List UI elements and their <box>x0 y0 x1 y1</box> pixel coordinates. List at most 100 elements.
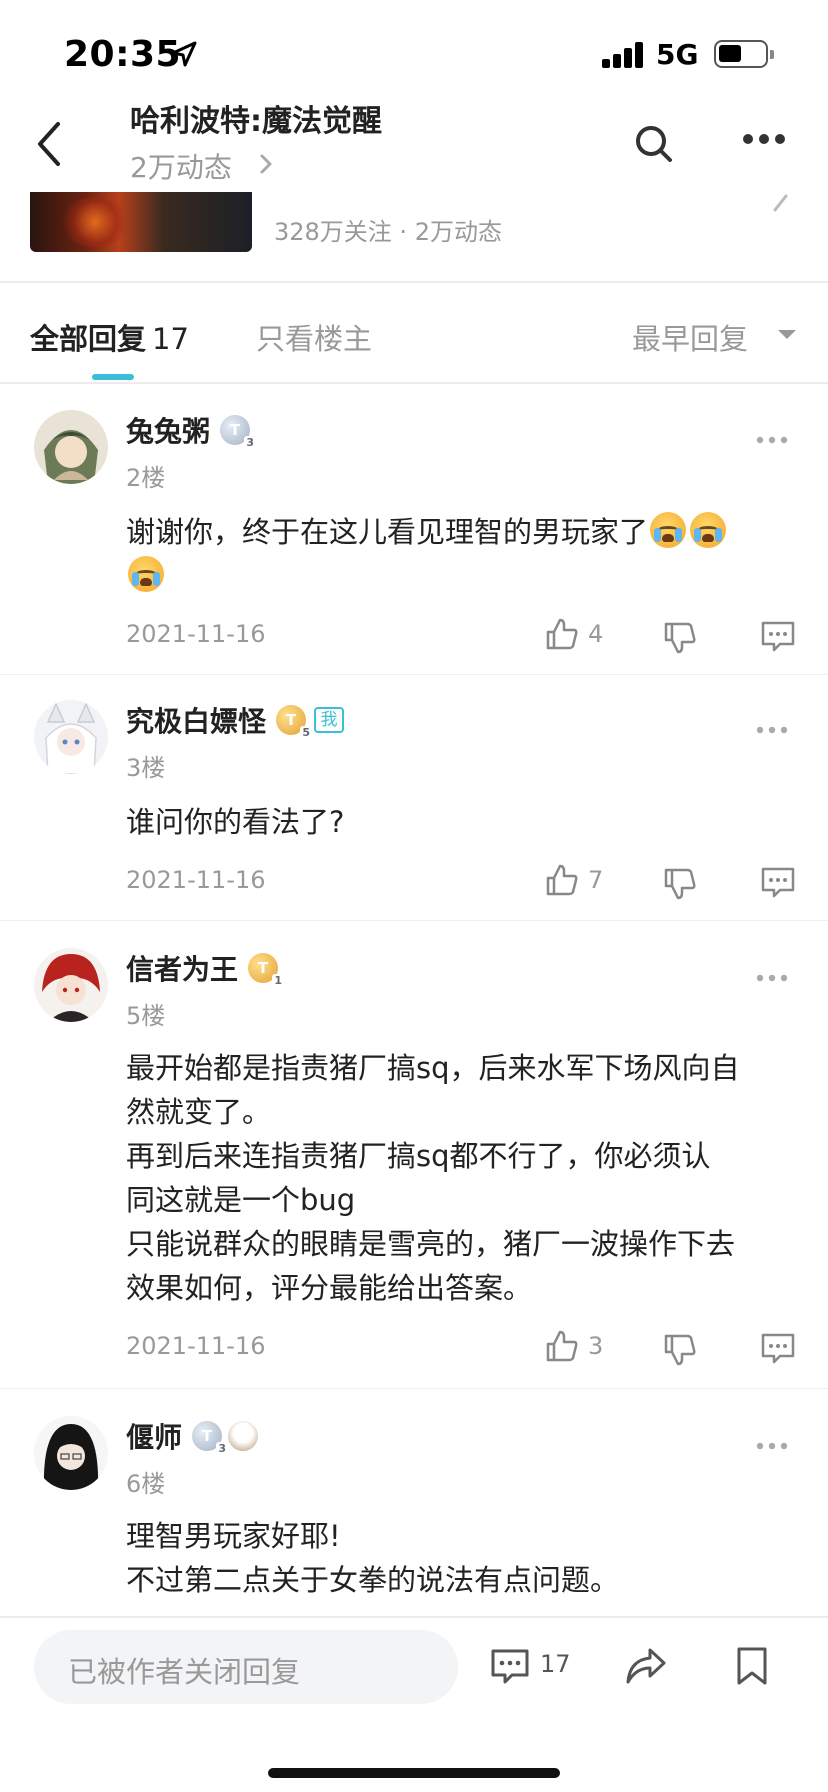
reply-input[interactable]: 已被作者关闭回复 <box>34 1630 458 1704</box>
reply-tabs: 全部回复 17 只看楼主 最早回复 <box>0 284 828 382</box>
level-badge-icon: T1 <box>248 953 285 987</box>
more-icon[interactable] <box>756 1442 788 1450</box>
floor-number: 2楼 <box>126 464 166 492</box>
like-count: 7 <box>588 866 604 894</box>
thumbs-down-icon[interactable] <box>664 864 698 904</box>
avatar[interactable] <box>34 1416 108 1490</box>
comment-count: 17 <box>540 1650 571 1678</box>
comment-line: 理智男玩家好耶! <box>126 1519 341 1553</box>
search-icon[interactable] <box>634 124 674 164</box>
like-count: 4 <box>588 620 604 648</box>
comment-item: 偃师 T 3 6楼 理智男玩家好耶! 不过第二点关于女拳的说法有点问题。 <box>0 1392 828 1616</box>
network-label: 5G <box>656 38 699 71</box>
floor-number: 3楼 <box>126 754 166 782</box>
battery-icon <box>714 40 774 68</box>
comment-item: 信者为王 T 1 5楼 最开始都是指责猪厂搞sq，后来水军下场风向自 然就变了。 再… <box>0 924 828 1384</box>
reply-icon[interactable] <box>760 1330 796 1366</box>
tab-owner-only[interactable]: 只看楼主 <box>256 316 372 358</box>
back-icon[interactable] <box>30 116 70 172</box>
sort-dropdown[interactable]: 最早回复 <box>632 316 748 358</box>
comment-line: 然就变了。 <box>126 1095 272 1129</box>
comment-icon[interactable] <box>490 1646 530 1686</box>
comment-body: 最开始都是指责猪厂搞sq，后来水军下场风向自 然就变了。 再到后来连指责猪厂搞s… <box>126 1046 796 1310</box>
comment-line: 不过第二点关于女拳的说法有点问题。 <box>126 1563 620 1597</box>
share-icon[interactable] <box>624 1646 668 1686</box>
comment-line: 只能说群众的眼睛是雪亮的，猪厂一波操作下去 <box>126 1227 736 1261</box>
floor-number: 6楼 <box>126 1470 166 1498</box>
avatar[interactable] <box>34 410 108 484</box>
comment-item: 兔兔粥 T 3 2楼 谢谢你，终于在这儿看见理智的男玩家了 2021-11-16 4 <box>0 386 828 672</box>
nav-bar: 哈利波特:魔法觉醒 2万动态 <box>0 96 828 192</box>
page-title: 哈利波特:魔法觉醒 <box>130 104 382 139</box>
floor-number: 5楼 <box>126 1002 166 1030</box>
thumbs-down-icon[interactable] <box>664 1330 698 1370</box>
like-button[interactable]: 4 <box>544 616 624 656</box>
comment-line: 同这就是一个bug <box>126 1183 356 1217</box>
divider <box>0 382 828 384</box>
comment-author[interactable]: 兔兔粥 T 3 <box>126 410 257 450</box>
forum-thumbnail <box>30 192 252 252</box>
more-icon[interactable] <box>742 132 786 146</box>
comment-author[interactable]: 信者为王 T 1 <box>126 948 285 988</box>
tab-all-label: 全部回复 <box>30 322 147 356</box>
crying-emoji-icon <box>128 556 164 592</box>
location-arrow-icon <box>171 41 197 67</box>
self-badge: 我 <box>314 707 345 733</box>
like-button[interactable]: 3 <box>544 1328 624 1368</box>
reply-icon[interactable] <box>760 618 796 654</box>
comment-author[interactable]: 究极白嫖怪 T 5 我 <box>126 700 345 740</box>
signal-icon <box>602 42 644 68</box>
comment-author[interactable]: 偃师 T 3 <box>126 1416 259 1456</box>
comment-line: 效果如何，评分最能给出答案。 <box>126 1271 533 1305</box>
reply-input-placeholder: 已被作者关闭回复 <box>68 1655 301 1689</box>
thumbs-down-icon[interactable] <box>664 618 698 658</box>
comment-date: 2021-11-16 <box>126 1332 266 1360</box>
status-bar: 20:35 5G <box>0 0 828 108</box>
author-name: 究极白嫖怪 <box>126 705 267 738</box>
comment-body: 谁问你的看法了? <box>126 805 345 839</box>
home-indicator[interactable] <box>268 1768 560 1778</box>
divider <box>0 1388 828 1389</box>
avatar[interactable] <box>34 700 108 774</box>
thumbs-up-icon <box>546 1330 578 1362</box>
comment-item: 究极白嫖怪 T 5 我 3楼 谁问你的看法了? 2021-11-16 7 <box>0 676 828 920</box>
like-button[interactable]: 7 <box>544 862 624 902</box>
crying-emoji-icon <box>690 512 727 548</box>
thumbs-up-icon <box>546 618 578 650</box>
more-icon[interactable] <box>756 436 788 444</box>
comment-body: 谢谢你，终于在这儿看见理智的男玩家了 <box>126 510 796 598</box>
comment-text: 谢谢你，终于在这儿看见理智的男玩家了 <box>126 515 649 549</box>
forum-card[interactable]: 328万关注 · 2万动态 <box>0 192 828 282</box>
comment-date: 2021-11-16 <box>126 620 266 648</box>
author-name: 偃师 <box>126 1421 183 1454</box>
level-badge-icon: T3 <box>220 415 257 449</box>
comment-date: 2021-11-16 <box>126 866 266 894</box>
forum-stats: 328万关注 · 2万动态 <box>274 218 502 246</box>
crying-emoji-icon <box>650 512 687 548</box>
divider <box>0 920 828 921</box>
tab-all-replies[interactable]: 全部回复 17 <box>30 316 189 358</box>
more-icon[interactable] <box>756 726 788 734</box>
author-name: 信者为王 <box>126 953 239 986</box>
chevron-right-icon[interactable] <box>772 194 790 214</box>
divider <box>0 281 828 283</box>
more-icon[interactable] <box>756 974 788 982</box>
comment-body: 理智男玩家好耶! 不过第二点关于女拳的说法有点问题。 <box>126 1514 796 1602</box>
reply-icon[interactable] <box>760 864 796 900</box>
level-badge-icon: T3 <box>192 1421 229 1455</box>
page-subtitle[interactable]: 2万动态 <box>130 146 232 186</box>
pet-badge-icon <box>228 1421 259 1451</box>
level-badge-icon: T5 <box>276 705 313 739</box>
like-count: 3 <box>588 1332 604 1360</box>
thumbs-up-icon <box>546 864 578 896</box>
comment-line: 最开始都是指责猪厂搞sq，后来水军下场风向自 <box>126 1051 740 1085</box>
tab-all-count: 17 <box>152 322 189 356</box>
avatar[interactable] <box>34 948 108 1022</box>
caret-down-icon[interactable] <box>778 330 796 339</box>
bookmark-icon[interactable] <box>736 1646 768 1686</box>
chevron-right-icon[interactable] <box>258 152 274 176</box>
tab-active-indicator <box>92 374 134 380</box>
status-time: 20:35 <box>64 34 182 75</box>
author-name: 兔兔粥 <box>126 415 211 448</box>
bottom-bar: 已被作者关闭回复 17 <box>0 1616 828 1792</box>
